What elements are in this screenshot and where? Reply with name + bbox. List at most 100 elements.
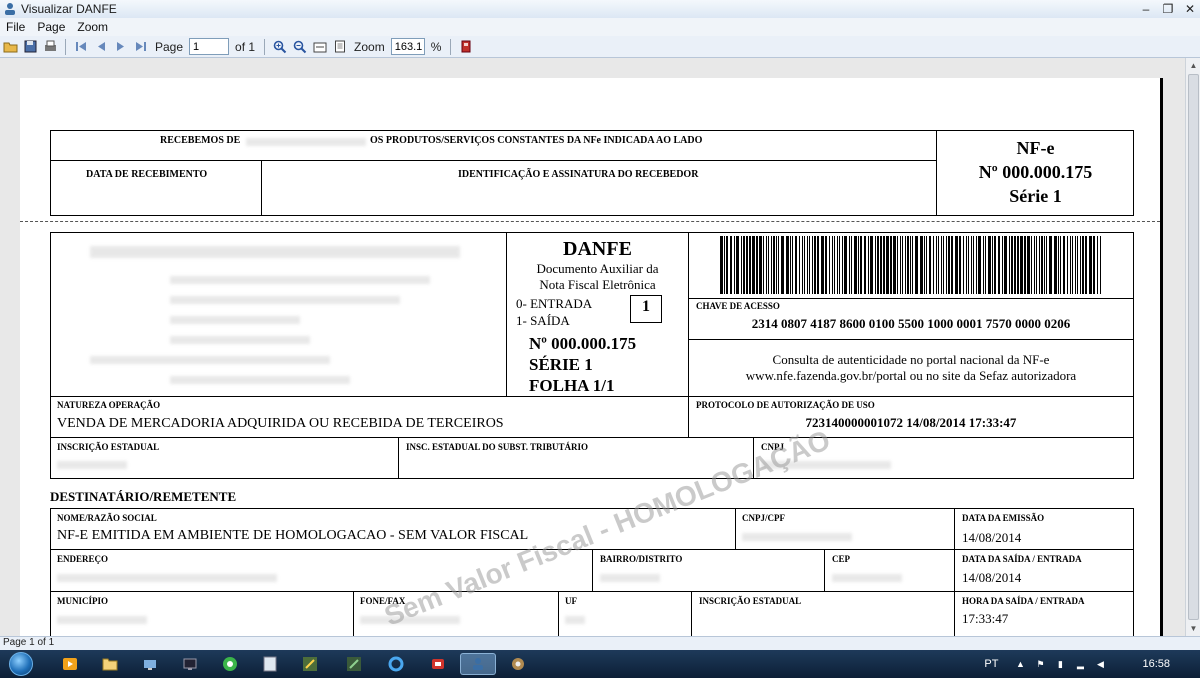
internet-explorer-icon[interactable]: [378, 653, 414, 675]
barcode-bar: [1093, 236, 1095, 294]
consulta-line-1: Consulta de autenticidade no portal naci…: [772, 352, 1050, 367]
clock[interactable]: 16:58: [1142, 658, 1170, 670]
recebemos-label: RECEBEMOS DE: [160, 135, 241, 146]
barcode-bar: [897, 236, 898, 294]
tools-app-icon[interactable]: [500, 653, 536, 675]
barcode-bar: [988, 236, 991, 294]
toolbar-separator: [65, 38, 66, 55]
action-center-flag-icon[interactable]: ⚑: [1034, 658, 1046, 670]
start-button[interactable]: [4, 650, 38, 678]
show-hidden-icons-icon[interactable]: ▲: [1014, 658, 1026, 670]
barcode-bar: [1041, 236, 1043, 294]
zoom-input[interactable]: [390, 38, 425, 55]
barcode-bar: [951, 236, 953, 294]
language-indicator[interactable]: PT: [984, 658, 998, 670]
barcode-bar: [763, 236, 764, 294]
barcode-bar: [875, 236, 876, 294]
notes-app-icon[interactable]: [252, 653, 288, 675]
barcode-bar: [946, 236, 947, 294]
scroll-thumb[interactable]: [1188, 74, 1199, 620]
barcode-bar: [1054, 236, 1057, 294]
page-width-icon[interactable]: [311, 38, 328, 55]
barcode-bar: [966, 236, 967, 294]
ide-app-icon[interactable]: [336, 653, 372, 675]
barcode-bar: [938, 236, 939, 294]
barcode-bar: [1077, 236, 1078, 294]
barcode-bar: [849, 236, 850, 294]
cep-label: CEP: [832, 554, 850, 564]
menu-file[interactable]: File: [6, 20, 25, 34]
barcode-bar: [929, 236, 931, 294]
restore-button[interactable]: ❐: [1162, 2, 1174, 16]
ie-destinatario-label: INSCRIÇÃO ESTADUAL: [699, 596, 802, 606]
zoom-in-icon[interactable]: [271, 38, 288, 55]
danfe-viewer-task-icon[interactable]: [460, 653, 496, 675]
editor-app-icon[interactable]: [292, 653, 328, 675]
barcode-bar: [973, 236, 974, 294]
barcode-bar: [924, 236, 925, 294]
battery-icon[interactable]: ▮: [1054, 658, 1066, 670]
barcode-bar: [1004, 236, 1007, 294]
danfe-numero: Nº 000.000.175: [529, 334, 637, 353]
next-page-icon[interactable]: [112, 38, 129, 55]
zoom-out-icon[interactable]: [291, 38, 308, 55]
menu-page[interactable]: Page: [37, 20, 65, 34]
save-icon[interactable]: [22, 38, 39, 55]
barcode-bar: [1075, 236, 1076, 294]
barcode-bar: [771, 236, 772, 294]
barcode-bar: [734, 236, 735, 294]
prev-page-icon[interactable]: [92, 38, 109, 55]
toolbar-separator: [264, 38, 266, 55]
minimize-button[interactable]: –: [1140, 2, 1152, 16]
scroll-up-icon[interactable]: ▲: [1186, 58, 1200, 73]
danfe-folha: FOLHA 1/1: [529, 376, 615, 395]
open-icon[interactable]: [2, 38, 19, 55]
close-button[interactable]: ✕: [1184, 2, 1196, 16]
toolbar-separator: [450, 38, 452, 55]
explorer-icon[interactable]: [92, 653, 128, 675]
barcode-bar: [1060, 236, 1061, 294]
page-input[interactable]: [189, 38, 230, 55]
barcode-bar: [837, 236, 838, 294]
menu-zoom[interactable]: Zoom: [77, 20, 108, 34]
print-icon[interactable]: [42, 38, 59, 55]
barcode-bar: [1009, 236, 1010, 294]
last-page-icon[interactable]: [132, 38, 149, 55]
scroll-down-icon[interactable]: ▼: [1186, 621, 1200, 636]
barcode-bar: [851, 236, 852, 294]
window-title: Visualizar DANFE: [21, 2, 117, 16]
barcode-bar: [992, 236, 993, 294]
whole-page-icon[interactable]: [331, 38, 348, 55]
barcode-bar: [795, 236, 797, 294]
barcode-bar: [821, 236, 824, 294]
barcode-bar: [912, 236, 913, 294]
exit-icon[interactable]: [457, 38, 474, 55]
barcode-bar: [1044, 236, 1045, 294]
barcode-bar: [746, 236, 748, 294]
zoom-unit: %: [430, 39, 442, 54]
network-icon[interactable]: ▂: [1074, 658, 1086, 670]
zoom-label: Zoom: [354, 39, 385, 54]
nfe-numero: Nº 000.000.175: [978, 162, 1093, 182]
media-player-icon[interactable]: [52, 653, 88, 675]
barcode-bar: [976, 236, 977, 294]
green-app-icon[interactable]: [212, 653, 248, 675]
barcode-bar: [1039, 236, 1040, 294]
barcode-bar: [756, 236, 758, 294]
vertical-scrollbar[interactable]: ▲ ▼: [1185, 58, 1200, 636]
cut-line: [20, 221, 1160, 222]
inscricao-st-label: INSC. ESTADUAL DO SUBST. TRIBUTÁRIO: [406, 442, 589, 452]
danfe-subtitle-1: Documento Auxiliar da: [536, 261, 659, 276]
first-page-icon[interactable]: [72, 38, 89, 55]
barcode-bar: [1085, 236, 1087, 294]
volume-muted-icon[interactable]: ◀: [1094, 658, 1106, 670]
barcode-bar: [868, 236, 869, 294]
barcode-bar: [842, 236, 843, 294]
red-app-icon[interactable]: [420, 653, 456, 675]
monitor-app-icon[interactable]: [172, 653, 208, 675]
hora-saida-value: 17:33:47: [962, 611, 1009, 626]
data-recebimento-label: DATA DE RECEBIMENTO: [86, 169, 208, 180]
barcode-bar: [905, 236, 906, 294]
barcode-bar: [790, 236, 791, 294]
network-app-icon[interactable]: [132, 653, 168, 675]
